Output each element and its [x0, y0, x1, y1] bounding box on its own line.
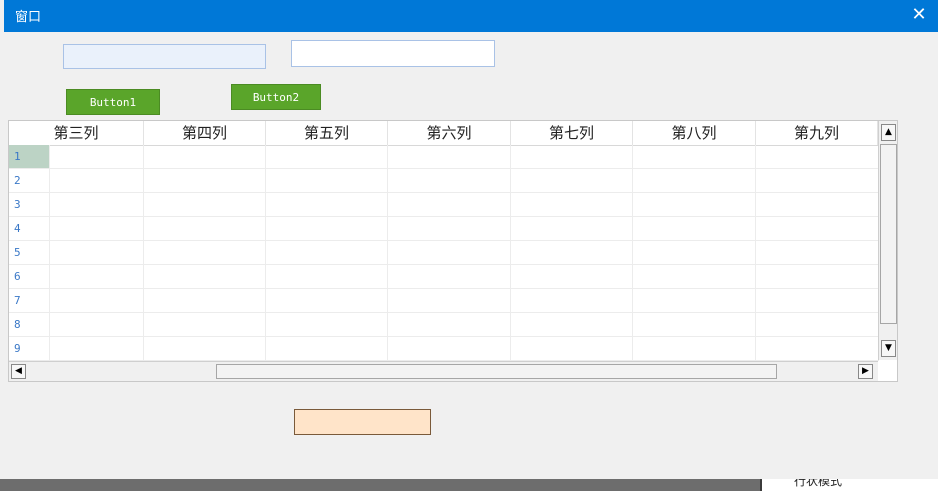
column-divider [265, 145, 266, 361]
vertical-scroll-thumb[interactable] [880, 144, 897, 324]
column-header[interactable]: 第三列 [9, 121, 144, 145]
column-header[interactable]: 第八列 [633, 121, 756, 145]
row-number[interactable]: 9 [9, 337, 49, 360]
vertical-scrollbar[interactable]: ▲ ▼ [878, 121, 897, 360]
table-row[interactable]: 4 [9, 217, 879, 241]
column-divider [755, 145, 756, 361]
row-number[interactable]: 1 [9, 145, 49, 168]
scroll-up-icon[interactable]: ▲ [881, 124, 896, 141]
main-window: 窗口 ✕ Button1 Button2 第三列 第四列 第五列 第六列 第七列… [0, 0, 938, 479]
table-row[interactable]: 8 [9, 313, 879, 337]
row-number[interactable]: 6 [9, 265, 49, 288]
table-row[interactable]: 6 [9, 265, 879, 289]
row-number[interactable]: 8 [9, 313, 49, 336]
scroll-right-icon[interactable]: ▶ [858, 364, 873, 379]
column-divider [632, 145, 633, 361]
column-divider [510, 145, 511, 361]
column-divider [387, 145, 388, 361]
scroll-left-icon[interactable]: ◀ [11, 364, 26, 379]
horizontal-scroll-thumb[interactable] [216, 364, 777, 379]
row-number[interactable]: 7 [9, 289, 49, 312]
row-number[interactable]: 5 [9, 241, 49, 264]
column-header[interactable]: 第五列 [266, 121, 388, 145]
table-row[interactable]: 9 [9, 337, 879, 361]
row-number[interactable]: 3 [9, 193, 49, 216]
scroll-down-icon[interactable]: ▼ [881, 340, 896, 357]
button1[interactable]: Button1 [66, 89, 160, 115]
data-grid[interactable]: 第三列 第四列 第五列 第六列 第七列 第八列 第九列 1 2 3 4 5 6 … [8, 120, 898, 382]
text-input-2[interactable] [291, 40, 495, 67]
orange-panel[interactable] [294, 409, 431, 435]
column-header[interactable]: 第七列 [511, 121, 633, 145]
column-divider [143, 145, 144, 361]
close-icon[interactable]: ✕ [896, 0, 938, 32]
table-row[interactable]: 2 [9, 169, 879, 193]
button2[interactable]: Button2 [231, 84, 321, 110]
column-header[interactable]: 第六列 [388, 121, 511, 145]
row-number[interactable]: 4 [9, 217, 49, 240]
title-bar[interactable]: 窗口 ✕ [4, 0, 938, 32]
background-window-text: 行状模式 [794, 479, 843, 488]
window-title: 窗口 [15, 10, 42, 25]
column-divider [49, 145, 50, 361]
table-row[interactable]: 5 [9, 241, 879, 265]
row-number[interactable]: 2 [9, 169, 49, 192]
grid-header: 第三列 第四列 第五列 第六列 第七列 第八列 第九列 [9, 121, 879, 146]
column-header[interactable]: 第九列 [756, 121, 878, 145]
column-header[interactable]: 第四列 [144, 121, 266, 145]
horizontal-scrollbar[interactable]: ◀ ▶ [9, 361, 878, 381]
text-input-1[interactable] [63, 44, 266, 69]
table-row[interactable]: 7 [9, 289, 879, 313]
background-window: 行状模式 [760, 479, 938, 491]
table-row[interactable]: 1 [9, 145, 879, 169]
table-row[interactable]: 3 [9, 193, 879, 217]
